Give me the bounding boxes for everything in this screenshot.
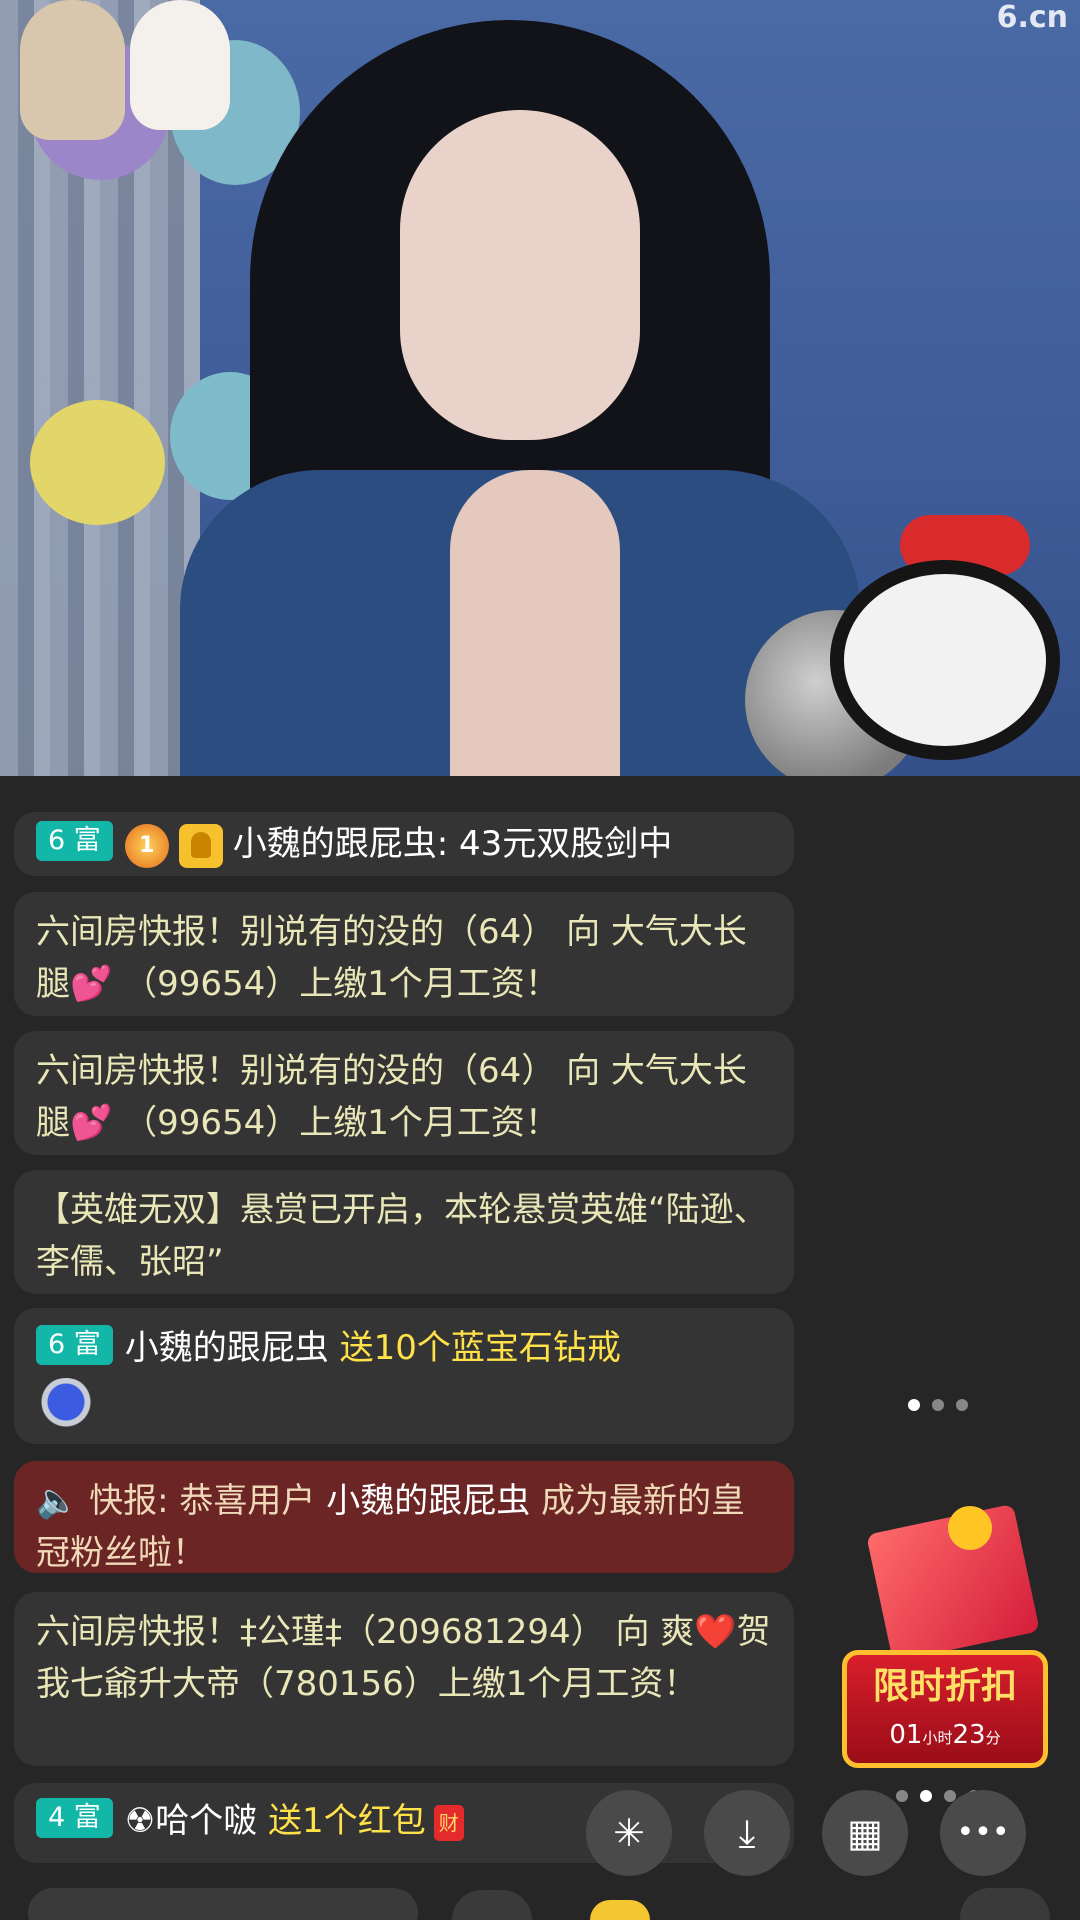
streamer-neck bbox=[450, 470, 620, 776]
chat-input[interactable] bbox=[28, 1888, 418, 1920]
indicator-dot bbox=[920, 1790, 932, 1802]
speaker-icon: 🔈 bbox=[36, 1481, 79, 1521]
countdown-minutes: 23 bbox=[952, 1720, 986, 1750]
chat-text: 六间房快报！别说有的没的（64） 向 大气大长腿💕 （99654）上缴1个月工资… bbox=[36, 1051, 747, 1143]
chat-announcement: 🔈 快报: 恭喜用户 小魏的跟屁虫 成为最新的皇冠粉丝啦！ bbox=[14, 1461, 794, 1573]
rank-medal-icon: 1 bbox=[124, 823, 169, 868]
ribbon-icon bbox=[948, 1506, 992, 1550]
chat-text: 快报: 恭喜用户 bbox=[89, 1481, 316, 1521]
indicator-dot bbox=[908, 1399, 920, 1411]
wealth-level-badge: 6 富 bbox=[36, 1325, 113, 1365]
carousel-indicator bbox=[908, 1399, 968, 1411]
red-envelope-icon: 财 bbox=[433, 1804, 464, 1841]
download-button[interactable]: ⤓ bbox=[704, 1790, 790, 1876]
plush-toy bbox=[830, 560, 1060, 760]
gift-text: 送1个红包 bbox=[268, 1801, 426, 1841]
wealth-level-badge: 6 富 bbox=[36, 821, 113, 861]
gift-button[interactable] bbox=[590, 1900, 650, 1920]
promo-countdown: 01小时23分 bbox=[847, 1715, 1043, 1758]
chat-username[interactable]: 小魏的跟屁虫 bbox=[326, 1481, 530, 1521]
countdown-minutes-unit: 分 bbox=[985, 1729, 1001, 1747]
chat-message: 【英雄无双】悬赏已开启，本轮悬赏英雄“陆逊、李儒、张昭” bbox=[14, 1170, 794, 1294]
indicator-dot bbox=[896, 1790, 908, 1802]
streamer-face bbox=[400, 110, 640, 440]
limited-discount-promo[interactable]: 限时折扣 01小时23分 bbox=[838, 1498, 1056, 1788]
balloon bbox=[30, 400, 165, 525]
sapphire-ring-icon bbox=[36, 1378, 96, 1438]
indicator-dot bbox=[932, 1399, 944, 1411]
chat-username[interactable]: ☢哈个啵 bbox=[125, 1801, 257, 1841]
countdown-hours: 01 bbox=[889, 1720, 923, 1750]
watermark-logo: 6.cn bbox=[996, 0, 1068, 35]
wealth-level-badge: 4 富 bbox=[36, 1798, 113, 1838]
gift-text: 送10个蓝宝石钻戒 bbox=[339, 1328, 621, 1368]
indicator-dot bbox=[956, 1399, 968, 1411]
chat-text: 六间房快报！别说有的没的（64） 向 大气大长腿💕 （99654）上缴1个月工资… bbox=[36, 912, 747, 1004]
countdown-hours-unit: 小时 bbox=[922, 1729, 953, 1747]
share-button[interactable] bbox=[960, 1888, 1050, 1920]
bear-toy bbox=[20, 0, 125, 140]
chat-text: 【英雄无双】悬赏已开启，本轮悬赏英雄“陆逊、李儒、张昭” bbox=[36, 1190, 768, 1282]
promo-title: 限时折扣 bbox=[872, 1666, 1017, 1707]
emoji-button[interactable] bbox=[452, 1890, 532, 1920]
chat-message: 4 富 ☢哈个啵 送1个红包财 bbox=[14, 1783, 794, 1863]
chat-message: 六间房快报！别说有的没的（64） 向 大气大长腿💕 （99654）上缴1个月工资… bbox=[14, 892, 794, 1016]
chat-message: 六间房快报！别说有的没的（64） 向 大气大长腿💕 （99654）上缴1个月工资… bbox=[14, 1031, 794, 1155]
chat-message: 6 富小魏的跟屁虫 送10个蓝宝石钻戒 bbox=[14, 1308, 794, 1444]
more-button[interactable]: ••• bbox=[940, 1790, 1026, 1876]
bunny-toy bbox=[130, 0, 230, 130]
apps-grid-button[interactable]: ▦ bbox=[822, 1790, 908, 1876]
chat-username[interactable]: 小魏的跟屁虫 bbox=[125, 1328, 329, 1368]
chat-text: : 43元双股剑中 bbox=[436, 824, 673, 864]
sparkle-button[interactable]: ✳ bbox=[586, 1790, 672, 1876]
chat-username[interactable]: 小魏的跟屁虫 bbox=[233, 824, 437, 864]
promo-banner: 限时折扣 01小时23分 bbox=[842, 1650, 1048, 1768]
user-badge-icon bbox=[178, 823, 223, 868]
chat-message: 六间房快报！‡公瑾‡（209681294） 向 爽❤️贺我七爺升大帝（78015… bbox=[14, 1592, 794, 1766]
chat-text: 六间房快报！‡公瑾‡（209681294） 向 爽❤️贺我七爺升大帝（78015… bbox=[36, 1612, 771, 1704]
chat-message: 6 富 1 小魏的跟屁虫: 43元双股剑中 bbox=[14, 812, 794, 876]
live-video[interactable]: 6.cn bbox=[0, 0, 1080, 776]
